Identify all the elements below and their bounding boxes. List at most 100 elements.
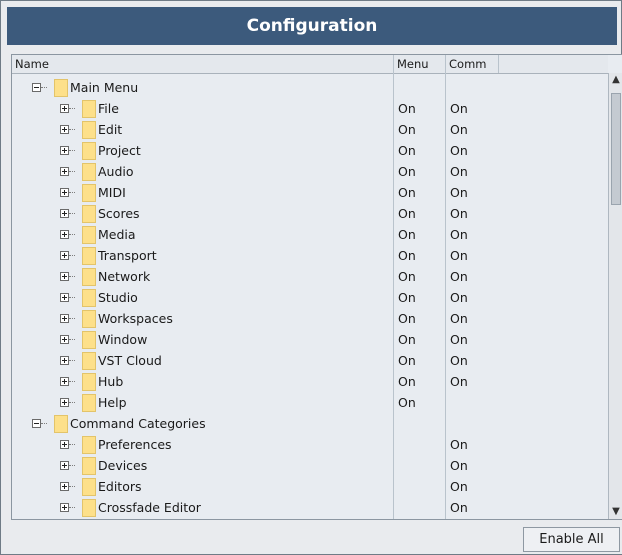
tree-row[interactable]: VST Cloud On On [12, 350, 608, 371]
expand-icon[interactable] [60, 125, 69, 134]
commands-status[interactable]: On [450, 500, 468, 515]
tree-row[interactable]: Main Menu [12, 77, 608, 98]
expand-icon[interactable] [60, 293, 69, 302]
tree-row[interactable]: Preferences On [12, 434, 608, 455]
expand-icon[interactable] [60, 398, 69, 407]
tree-row[interactable]: Help On [12, 392, 608, 413]
column-commands-header[interactable]: Comm [445, 55, 498, 73]
menu-status[interactable]: On [398, 185, 416, 200]
tree-row[interactable]: Hub On On [12, 371, 608, 392]
expand-icon[interactable] [60, 440, 69, 449]
expand-icon[interactable] [60, 188, 69, 197]
commands-status[interactable]: On [450, 437, 468, 452]
tree-line [69, 318, 75, 320]
menu-status[interactable]: On [398, 122, 416, 137]
commands-status[interactable]: On [450, 185, 468, 200]
expand-icon[interactable] [60, 356, 69, 365]
menu-status[interactable]: On [398, 353, 416, 368]
vertical-scrollbar[interactable]: ▲ ▼ [608, 73, 622, 519]
commands-status[interactable]: On [450, 332, 468, 347]
commands-status[interactable]: On [450, 311, 468, 326]
folder-icon [82, 394, 96, 412]
commands-status[interactable]: On [450, 353, 468, 368]
commands-status[interactable]: On [450, 248, 468, 263]
menu-status[interactable]: On [398, 101, 416, 116]
tree-row[interactable]: Editors On [12, 476, 608, 497]
menu-status[interactable]: On [398, 332, 416, 347]
tree-row[interactable]: Project On On [12, 140, 608, 161]
commands-status[interactable]: On [450, 122, 468, 137]
expand-icon[interactable] [60, 482, 69, 491]
menu-status[interactable]: On [398, 227, 416, 242]
tree-item-label: Devices [98, 458, 148, 473]
scroll-down-button[interactable]: ▼ [609, 505, 622, 519]
collapse-icon[interactable] [32, 419, 41, 428]
tree-row[interactable]: Media On On [12, 224, 608, 245]
folder-icon [82, 457, 96, 475]
scroll-up-button[interactable]: ▲ [609, 73, 622, 87]
column-name-header[interactable]: Name [12, 55, 393, 73]
tree-row[interactable]: File On On [12, 98, 608, 119]
menu-status[interactable]: On [398, 311, 416, 326]
tree-row[interactable]: Scores On On [12, 203, 608, 224]
expand-icon[interactable] [60, 230, 69, 239]
commands-status[interactable]: On [450, 290, 468, 305]
tree-row[interactable]: Devices On [12, 455, 608, 476]
tree-item-label: Command Categories [70, 416, 206, 431]
configuration-tree-table[interactable]: Name Menu Comm Main Menu File On On Edit On On… [11, 54, 622, 520]
tree-row[interactable]: Edit On On [12, 119, 608, 140]
tree-line [41, 423, 47, 425]
menu-status[interactable]: On [398, 206, 416, 221]
tree-row[interactable]: Window On On [12, 329, 608, 350]
commands-status[interactable]: On [450, 164, 468, 179]
dialog-footer: Enable All [11, 520, 622, 554]
scroll-thumb[interactable] [611, 93, 621, 205]
expand-icon[interactable] [60, 104, 69, 113]
tree-row[interactable]: Workspaces On On [12, 308, 608, 329]
expand-icon[interactable] [60, 461, 69, 470]
tree-row[interactable]: Transport On On [12, 245, 608, 266]
tree-row[interactable]: Command Categories [12, 413, 608, 434]
menu-status[interactable]: On [398, 248, 416, 263]
tree-item-label: Edit [98, 122, 123, 137]
commands-status[interactable]: On [450, 374, 468, 389]
tree-row[interactable]: Network On On [12, 266, 608, 287]
commands-status[interactable]: On [450, 269, 468, 284]
tree-row[interactable]: Studio On On [12, 287, 608, 308]
folder-icon [82, 100, 96, 118]
collapse-icon[interactable] [32, 83, 41, 92]
expand-icon[interactable] [60, 146, 69, 155]
folder-icon [82, 142, 96, 160]
commands-status[interactable]: On [450, 143, 468, 158]
tree-item-label: Window [98, 332, 148, 347]
expand-icon[interactable] [60, 251, 69, 260]
expand-icon[interactable] [60, 335, 69, 344]
tree-item-label: Editors [98, 479, 142, 494]
menu-status[interactable]: On [398, 290, 416, 305]
commands-status[interactable]: On [450, 101, 468, 116]
commands-status[interactable]: On [450, 479, 468, 494]
commands-status[interactable]: On [450, 206, 468, 221]
tree-line [69, 276, 75, 278]
menu-status[interactable]: On [398, 374, 416, 389]
menu-status[interactable]: On [398, 395, 416, 410]
tree-line [69, 297, 75, 299]
configuration-dialog: Configuration Name Menu Comm Main Menu Fi… [0, 0, 622, 555]
menu-status[interactable]: On [398, 269, 416, 284]
tree-row[interactable]: MIDI On On [12, 182, 608, 203]
commands-status[interactable]: On [450, 458, 468, 473]
expand-icon[interactable] [60, 377, 69, 386]
menu-status[interactable]: On [398, 164, 416, 179]
tree-row[interactable]: Audio On On [12, 161, 608, 182]
column-menu-header[interactable]: Menu [393, 55, 445, 73]
commands-status[interactable]: On [450, 227, 468, 242]
menu-status[interactable]: On [398, 143, 416, 158]
expand-icon[interactable] [60, 503, 69, 512]
expand-icon[interactable] [60, 209, 69, 218]
expand-icon[interactable] [60, 314, 69, 323]
expand-icon[interactable] [60, 167, 69, 176]
enable-all-button[interactable]: Enable All [523, 527, 620, 552]
tree-row[interactable]: Crossfade Editor On [12, 497, 608, 518]
tree-line [69, 339, 75, 341]
expand-icon[interactable] [60, 272, 69, 281]
